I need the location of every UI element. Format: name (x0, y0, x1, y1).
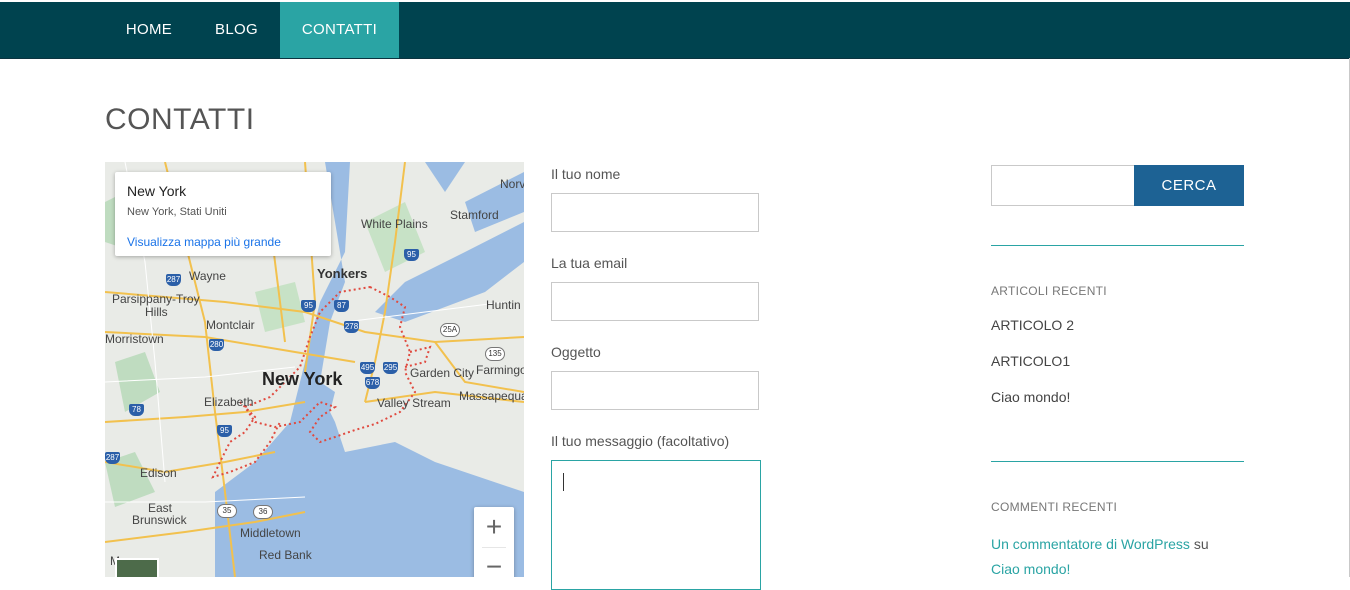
route-shield: 287 (166, 274, 181, 286)
route-shield: 95 (404, 249, 419, 261)
message-textarea[interactable] (551, 460, 761, 590)
route-shield: 95 (217, 425, 232, 437)
route-shield: 287 (105, 452, 120, 464)
route-shield: 280 (209, 339, 224, 351)
map-label-stamford: Stamford (450, 208, 499, 222)
route-shield: 278 (344, 321, 359, 333)
recent-post-link[interactable]: ARTICOLO 2 (991, 317, 1074, 333)
map-label-edison: Edison (140, 466, 177, 480)
email-field[interactable] (551, 282, 759, 321)
map-label-wayne: Wayne (189, 269, 226, 283)
recent-comment: Un commentatore di WordPress su (991, 536, 1209, 552)
search-button[interactable]: CERCA (1134, 165, 1244, 206)
zoom-out-button[interactable]: − (474, 547, 514, 577)
map-label-huntin: Huntin (486, 298, 521, 312)
map-label-farmingo: Farmingo (476, 363, 524, 377)
route-shield: 678 (365, 377, 380, 389)
route-shield: 95 (301, 300, 316, 312)
google-map[interactable]: New York Yonkers White Plains Stamford W… (105, 162, 524, 577)
recent-post-link[interactable]: Ciao mondo! (991, 389, 1070, 405)
name-label: Il tuo nome (551, 166, 621, 182)
map-label-morristown: Morristown (105, 332, 164, 346)
subject-label: Oggetto (551, 344, 601, 360)
map-label-white-plains: White Plains (361, 217, 428, 231)
nav-home[interactable]: HOME (105, 2, 193, 58)
route-shield: 25A (440, 323, 460, 337)
map-label-middletown: Middletown (240, 526, 301, 540)
route-shield: 87 (334, 300, 349, 312)
message-label: Il tuo messaggio (facoltativo) (551, 433, 730, 449)
map-label-hills: Hills (145, 305, 168, 319)
map-layer-toggle[interactable] (115, 558, 159, 577)
recent-comments-title: COMMENTI RECENTI (991, 500, 1118, 514)
subject-field[interactable] (551, 371, 759, 410)
zoom-in-button[interactable]: + (474, 507, 514, 547)
route-shield: 295 (383, 362, 398, 374)
map-zoom-control: + − (474, 507, 514, 577)
nav-blog[interactable]: BLOG (193, 2, 280, 58)
search-input[interactable] (991, 165, 1135, 206)
map-label-norv: Norv (500, 177, 524, 191)
page-title: CONTATTI (105, 103, 255, 136)
view-larger-map-link[interactable]: Visualizza mappa più grande (127, 235, 281, 249)
map-label-massapequa: Massapequa (459, 389, 524, 403)
comment-connector: su (1193, 536, 1209, 552)
map-label-elizabeth: Elizabeth (204, 395, 254, 409)
map-label-valley-stream: Valley Stream (377, 396, 451, 410)
map-label-parsippany: Parsippany-Troy (112, 292, 200, 306)
map-label-garden-city: Garden City (410, 366, 475, 380)
route-shield: 35 (217, 504, 237, 518)
map-info-subtitle: New York, Stati Uniti (127, 206, 227, 218)
map-label-brunswick: Brunswick (132, 513, 187, 527)
main-navbar: HOME BLOG CONTATTI (0, 2, 1350, 59)
sidebar-divider (991, 245, 1244, 246)
nav-contatti[interactable]: CONTATTI (280, 2, 399, 58)
map-info-title: New York (127, 183, 187, 199)
recent-post-link[interactable]: ARTICOLO1 (991, 353, 1070, 369)
map-label-new-york: New York (262, 369, 343, 389)
map-label-yonkers: Yonkers (317, 266, 368, 281)
comment-post-link[interactable]: Ciao mondo! (991, 561, 1070, 577)
recent-posts-title: ARTICOLI RECENTI (991, 284, 1107, 298)
route-shield: 36 (253, 505, 273, 519)
email-label: La tua email (551, 255, 628, 271)
sidebar-divider (991, 461, 1244, 462)
map-info-card: New York New York, Stati Uniti Visualizz… (115, 172, 331, 256)
comment-author-link[interactable]: Un commentatore di WordPress (991, 536, 1190, 552)
map-label-montclair: Montclair (206, 318, 255, 332)
recent-comment-post: Ciao mondo! (991, 561, 1070, 577)
route-shield: 78 (129, 404, 144, 416)
name-field[interactable] (551, 193, 759, 232)
text-caret (563, 473, 564, 491)
route-shield: 135 (485, 347, 505, 361)
map-label-red-bank: Red Bank (259, 548, 312, 562)
route-shield: 495 (360, 362, 375, 374)
